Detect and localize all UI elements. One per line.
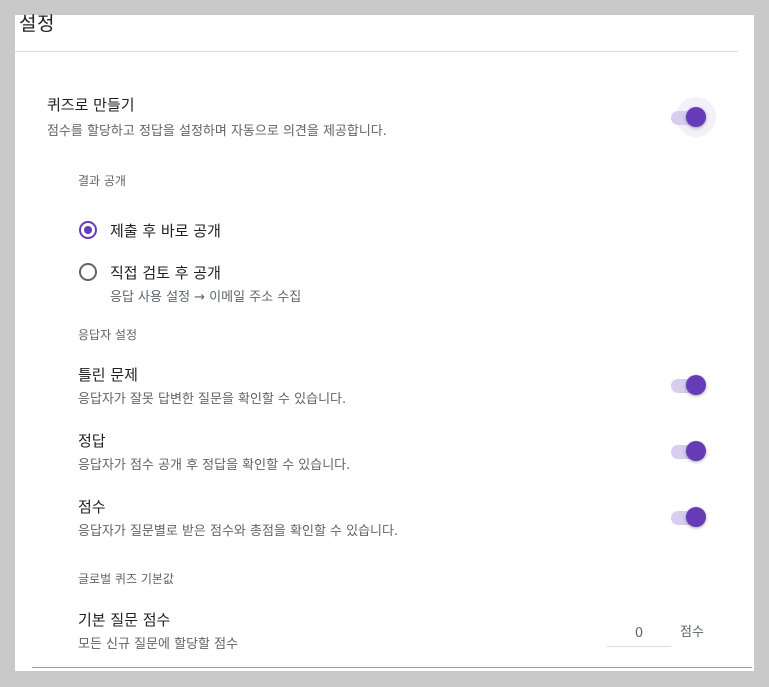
settings-panel: 설정 퀴즈로 만들기 점수를 할당하고 정답을 설정하며 자동으로 의견을 제공…: [15, 13, 754, 671]
correct-answers-heading: 정답: [78, 432, 106, 450]
release-after-review-radio[interactable]: [79, 263, 97, 281]
point-values-heading: 점수: [78, 498, 106, 516]
correct-answers-description: 응답자가 점수 공개 후 정답을 확인할 수 있습니다.: [78, 458, 351, 473]
missed-questions-description: 응답자가 잘못 답변한 질문을 확인할 수 있습니다.: [78, 392, 347, 407]
bottom-divider: [32, 667, 752, 668]
release-immediately-radio[interactable]: [79, 221, 97, 239]
toggle-thumb: [686, 375, 706, 395]
missed-questions-toggle[interactable]: [669, 373, 709, 397]
title-divider: [15, 51, 738, 52]
release-after-review-sublabel: 응답 사용 설정 → 이메일 주소 수집: [110, 290, 302, 305]
respondent-section-label: 응답자 설정: [78, 328, 138, 342]
default-points-unit: 점수: [680, 625, 704, 640]
default-points-description: 모든 신규 질문에 할당할 점수: [78, 637, 239, 652]
release-after-review-label[interactable]: 직접 검토 후 공개: [110, 262, 221, 283]
page-title: 설정: [19, 13, 55, 35]
radio-selected-dot: [84, 226, 92, 234]
default-points-input[interactable]: [607, 620, 671, 647]
quiz-mode-toggle[interactable]: [669, 97, 716, 137]
point-values-toggle[interactable]: [669, 505, 709, 529]
quiz-mode-heading: 퀴즈로 만들기: [47, 96, 135, 114]
quiz-mode-description: 점수를 할당하고 정답을 설정하며 자동으로 의견을 제공합니다.: [47, 124, 387, 139]
release-section-label: 결과 공개: [78, 174, 126, 188]
defaults-section-label: 글로벌 퀴즈 기본값: [78, 572, 174, 586]
toggle-thumb: [686, 507, 706, 527]
point-values-description: 응답자가 질문별로 받은 점수와 총점을 확인할 수 있습니다.: [78, 524, 399, 539]
release-immediately-label[interactable]: 제출 후 바로 공개: [110, 220, 221, 241]
default-points-heading: 기본 질문 점수: [78, 611, 171, 629]
toggle-thumb: [686, 107, 706, 127]
missed-questions-heading: 틀린 문제: [78, 366, 138, 384]
toggle-thumb: [686, 441, 706, 461]
correct-answers-toggle[interactable]: [669, 439, 709, 463]
